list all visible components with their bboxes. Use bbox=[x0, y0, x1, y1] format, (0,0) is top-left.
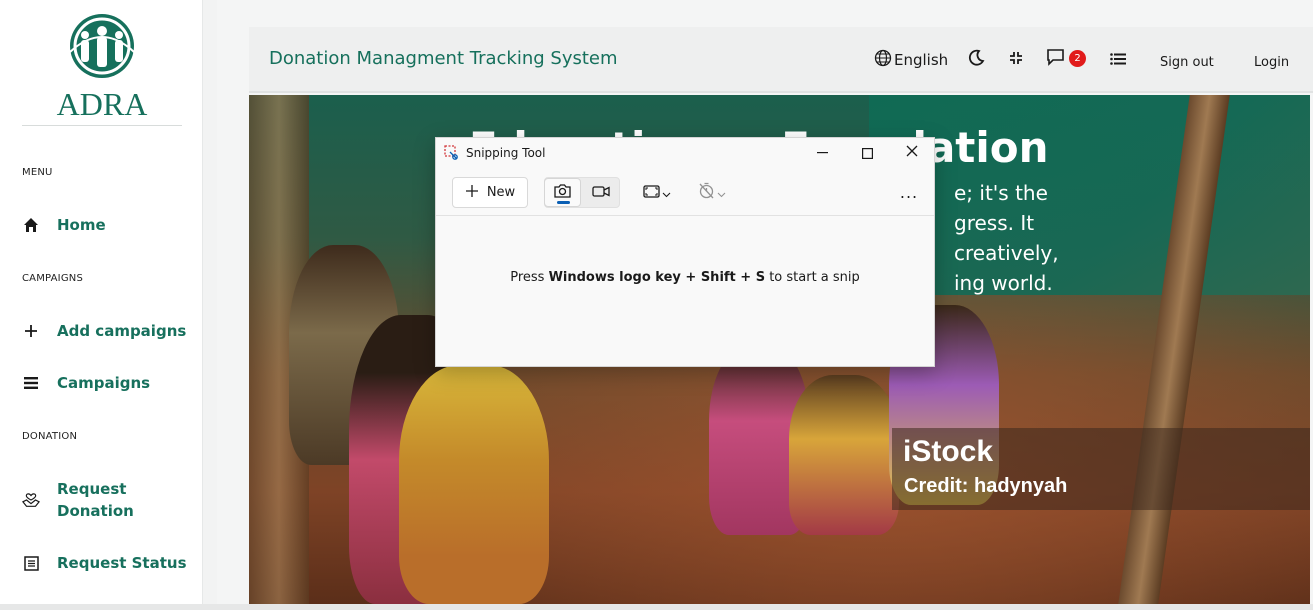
section-label-menu: MENU bbox=[22, 167, 53, 178]
section-label-donation: DONATION bbox=[22, 431, 78, 442]
close-icon bbox=[906, 145, 918, 161]
app-root: ADRA MENU Home CAMPAIGNS Add campaigns C… bbox=[0, 0, 1313, 610]
hero-text-line: creatively, bbox=[954, 241, 1059, 265]
list-icon bbox=[22, 374, 40, 392]
globe-icon bbox=[874, 49, 892, 71]
maximize-button[interactable] bbox=[844, 138, 890, 168]
camera-icon bbox=[554, 183, 571, 202]
hero-figure bbox=[399, 365, 549, 604]
language-label: English bbox=[894, 51, 949, 69]
sidebar-item-label: Request Donation bbox=[57, 480, 134, 520]
fullscreen-exit-button[interactable] bbox=[1006, 49, 1026, 69]
hint-suffix: to start a snip bbox=[765, 270, 860, 285]
delay-dropdown[interactable] bbox=[698, 182, 726, 202]
hero-text-line: ing world. bbox=[954, 271, 1053, 295]
hero-text-line: gress. It bbox=[954, 211, 1035, 235]
snip-shape-dropdown[interactable] bbox=[643, 182, 671, 202]
video-mode-button[interactable] bbox=[582, 178, 619, 207]
rectangle-snip-icon bbox=[643, 183, 660, 202]
hero-text-line: e; it's the bbox=[954, 181, 1048, 205]
sidebar-item-label: Home bbox=[57, 216, 106, 234]
istock-watermark: iStock bbox=[903, 435, 994, 468]
moon-icon bbox=[968, 49, 985, 70]
status-list-icon bbox=[22, 554, 40, 572]
top-header: Donation Managment Tracking System Engli… bbox=[249, 27, 1313, 93]
sidebar-item-request-status[interactable]: Request Status bbox=[22, 552, 187, 574]
hint-keys: Windows logo key + Shift + S bbox=[548, 270, 766, 285]
snipping-tool-icon bbox=[444, 145, 460, 161]
snip-instruction: Press Windows logo key + Shift + S to st… bbox=[436, 270, 934, 285]
collapse-icon bbox=[1009, 50, 1023, 69]
new-label: New bbox=[486, 185, 516, 200]
window-title: Snipping Tool bbox=[466, 146, 546, 160]
ellipsis-icon: ... bbox=[899, 182, 919, 202]
notification-badge: 2 bbox=[1069, 50, 1086, 67]
active-indicator bbox=[557, 201, 570, 204]
language-selector[interactable]: English bbox=[874, 49, 948, 71]
snipping-tool-window: Snipping Tool New ... Press Windows logo… bbox=[435, 137, 935, 367]
sidebar-item-label: Campaigns bbox=[57, 374, 151, 392]
hero-figure bbox=[789, 375, 899, 535]
sidebar-item-label: Add campaigns bbox=[57, 322, 187, 340]
home-icon bbox=[22, 216, 40, 234]
new-snip-button[interactable]: New bbox=[452, 177, 528, 208]
sidebar-item-home[interactable]: Home bbox=[22, 214, 106, 236]
sidebar: ADRA MENU Home CAMPAIGNS Add campaigns C… bbox=[0, 0, 203, 604]
menu-list-button[interactable] bbox=[1108, 49, 1128, 69]
chevron-down-icon bbox=[717, 183, 726, 202]
bottom-border bbox=[0, 604, 1313, 610]
plus-icon bbox=[465, 184, 479, 202]
screenshot-mode-button[interactable] bbox=[544, 178, 581, 207]
chat-icon bbox=[1046, 48, 1065, 70]
section-label-campaigns: CAMPAIGNS bbox=[22, 273, 84, 284]
hands-heart-icon bbox=[22, 491, 40, 509]
window-titlebar[interactable]: Snipping Tool bbox=[436, 138, 934, 168]
minimize-button[interactable] bbox=[799, 138, 845, 168]
sidebar-item-add-campaigns[interactable]: Add campaigns bbox=[22, 320, 186, 342]
video-camera-icon bbox=[591, 183, 610, 202]
login-link[interactable]: Login bbox=[1254, 55, 1289, 70]
plus-icon bbox=[22, 322, 40, 340]
more-options-button[interactable]: ... bbox=[896, 180, 922, 204]
logo-text: ADRA bbox=[57, 86, 148, 122]
timer-off-icon bbox=[698, 182, 715, 203]
messages-button[interactable] bbox=[1045, 49, 1065, 69]
dark-mode-toggle[interactable] bbox=[966, 49, 986, 69]
sidebar-item-campaigns[interactable]: Campaigns bbox=[22, 372, 150, 394]
snip-mode-toggle bbox=[544, 177, 620, 208]
sign-out-link[interactable]: Sign out bbox=[1160, 55, 1214, 70]
sidebar-gutter bbox=[203, 0, 217, 604]
snipping-toolbar: New ... bbox=[436, 168, 934, 216]
logo-divider bbox=[22, 125, 182, 126]
close-button[interactable] bbox=[889, 138, 935, 168]
adra-logo[interactable]: ADRA bbox=[50, 12, 154, 122]
photo-credit: Credit: hadynyah bbox=[904, 475, 1068, 497]
sidebar-item-label: Request Status bbox=[57, 554, 187, 572]
hint-prefix: Press bbox=[510, 270, 549, 285]
page-title: Donation Managment Tracking System bbox=[269, 48, 618, 69]
list-icon bbox=[1110, 50, 1126, 69]
chevron-down-icon bbox=[662, 183, 671, 202]
sidebar-item-request-donation[interactable]: Request Donation bbox=[22, 478, 147, 522]
